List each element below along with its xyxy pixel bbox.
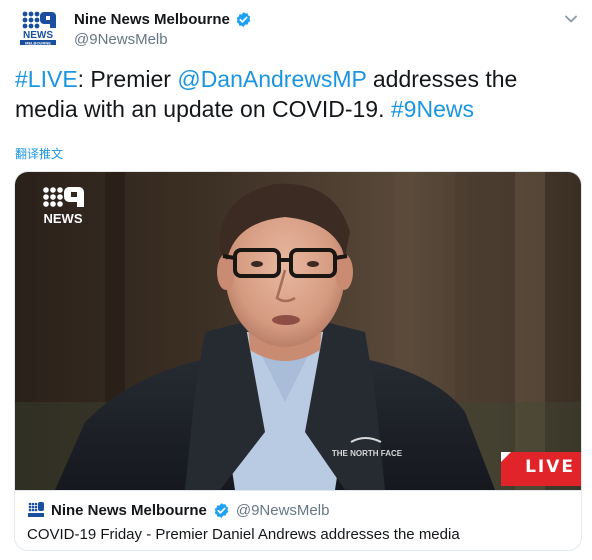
video-logo-text: NEWS xyxy=(44,211,83,226)
tweet-text-segment: : Premier xyxy=(77,66,178,92)
mention-dan-andrews[interactable]: @DanAndrewsMP xyxy=(177,66,366,92)
author-block: Nine News Melbourne @9NewsMelb xyxy=(74,11,252,48)
card-footer[interactable]: Nine News Melbourne @9NewsMelb COVID-19 … xyxy=(15,490,581,550)
author-name[interactable]: Nine News Melbourne xyxy=(74,11,230,28)
avatar[interactable]: NEWS MELBOURNE xyxy=(16,10,60,46)
media-card[interactable]: THE NORTH FACE NEWS LIVE Nine News Melbo… xyxy=(14,171,582,551)
nine-news-logo-icon: NEWS MELBOURNE xyxy=(20,11,56,45)
avatar-subtext: MELBOURNE xyxy=(25,40,51,45)
jacket-logo-text: THE NORTH FACE xyxy=(332,449,403,458)
verified-icon xyxy=(236,12,251,27)
hashtag-9news[interactable]: #9News xyxy=(391,96,474,122)
verified-icon xyxy=(214,502,229,518)
chevron-down-icon[interactable] xyxy=(562,10,580,28)
translate-tweet-link[interactable]: 翻译推文 xyxy=(15,145,63,162)
live-badge-label: LIVE xyxy=(525,457,575,477)
video-thumbnail[interactable]: THE NORTH FACE NEWS LIVE xyxy=(15,172,581,490)
tweet-text: #LIVE: Premier @DanAndrewsMP addresses t… xyxy=(15,64,575,124)
card-avatar-icon xyxy=(27,501,45,519)
hashtag-live[interactable]: #LIVE xyxy=(15,66,78,92)
card-author-handle: @9NewsMelb xyxy=(235,501,330,519)
nine-news-watermark-icon: NEWS xyxy=(43,187,84,226)
card-title: COVID-19 Friday - Premier Daniel Andrews… xyxy=(27,526,460,543)
video-frame-image: THE NORTH FACE xyxy=(15,172,581,490)
card-author-name: Nine News Melbourne xyxy=(51,501,207,519)
author-handle[interactable]: @9NewsMelb xyxy=(74,31,252,48)
